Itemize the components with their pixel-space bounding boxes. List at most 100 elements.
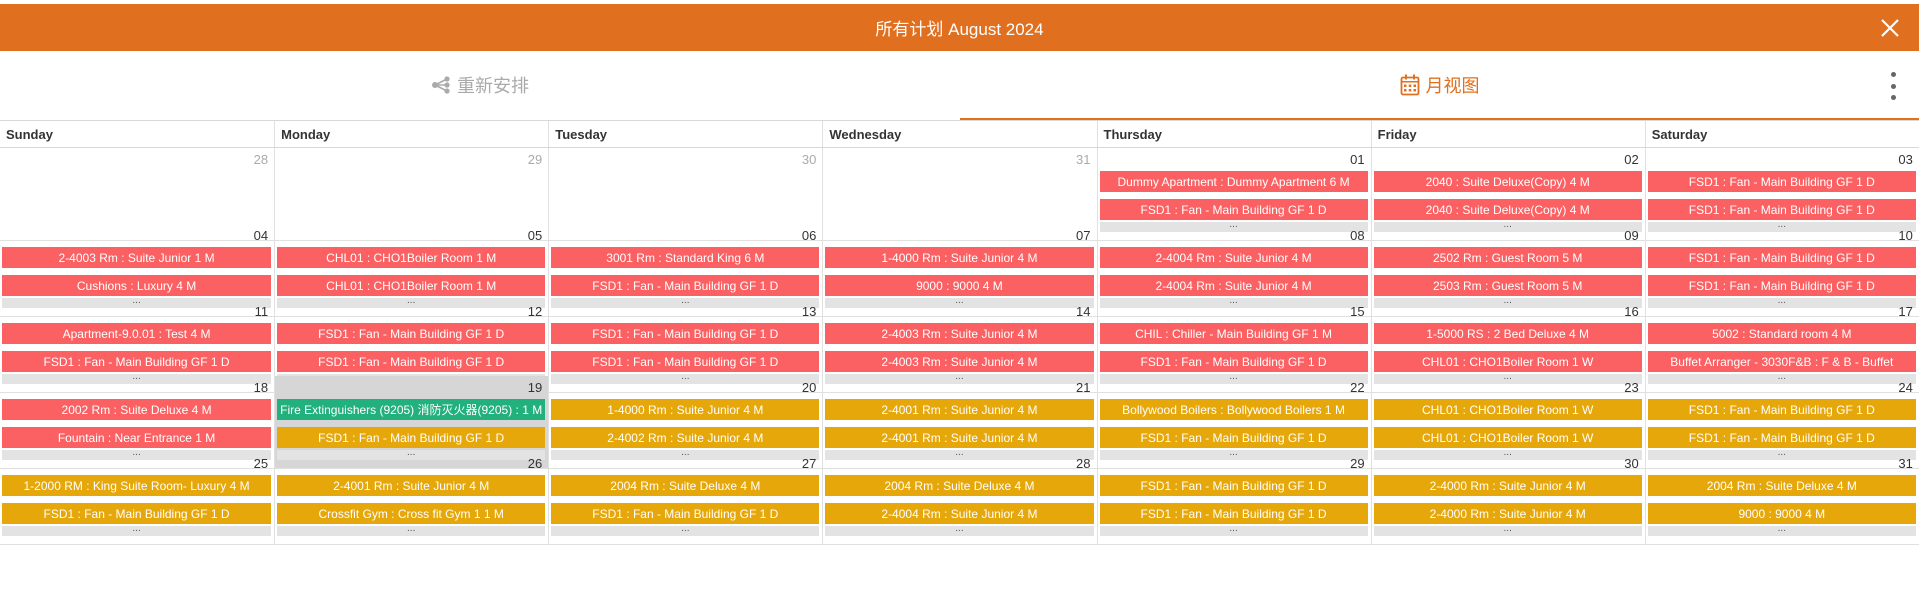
calendar-event[interactable]: 9000 : 9000 4 M	[825, 275, 1094, 296]
calendar-day-cell[interactable]: 30 2-4000 Rm : Suite Junior 4 M 2-4000 Rm …	[1370, 452, 1645, 545]
calendar-event[interactable]: 2002 Rm : Suite Deluxe 4 M	[2, 399, 272, 420]
calendar-day-cell[interactable]: 25 1-2000 RM : King Suite Room- Luxury 4 …	[0, 452, 275, 545]
calendar-event[interactable]: 2503 Rm : Guest Room 5 M	[1373, 275, 1642, 296]
day-number: 17	[1898, 304, 1913, 319]
calendar-event[interactable]: FSD1 : Fan - Main Building GF 1 D	[1099, 503, 1368, 524]
calendar-event[interactable]: FSD1 : Fan - Main Building GF 1 D	[1099, 199, 1368, 220]
calendar-event[interactable]: Crossfit Gym : Cross fit Gym 1 1 M	[277, 503, 546, 524]
calendar-event[interactable]: 2-4001 Rm : Suite Junior 4 M	[277, 475, 546, 496]
day-number: 13	[801, 304, 817, 319]
calendar-day-cell[interactable]: 31 2004 Rm : Suite Deluxe 4 M 9000 : 9000 …	[1644, 452, 1919, 545]
calendar-event[interactable]: FSD1 : Fan - Main Building GF 1 D	[1647, 399, 1916, 420]
day-number: 22	[1350, 380, 1365, 395]
calendar-event[interactable]: CHL01 : CHO1Boiler Room 1 M	[277, 275, 546, 296]
tab-reschedule[interactable]: 重新安排	[0, 52, 960, 118]
calendar-event[interactable]: CHL01 : CHO1Boiler Room 1 W	[1373, 399, 1642, 420]
calendar-event[interactable]: FSD1 : Fan - Main Building GF 1 D	[1099, 475, 1368, 496]
day-number: 12	[527, 304, 543, 319]
calendar-day-cell[interactable]: 27 2004 Rm : Suite Deluxe 4 M FSD1 : Fan -…	[548, 452, 823, 545]
calendar-day-cell[interactable]: 28 2004 Rm : Suite Deluxe 4 M 2-4004 Rm : …	[822, 452, 1097, 545]
calendar-event[interactable]: 1-2000 RM : King Suite Room- Luxury 4 M	[2, 475, 272, 496]
more-events-button[interactable]: ...	[2, 524, 272, 536]
calendar-event[interactable]: 2-4001 Rm : Suite Junior 4 M	[825, 399, 1094, 420]
calendar-event[interactable]: 2-4000 Rm : Suite Junior 4 M	[1373, 503, 1642, 524]
calendar-day-cell[interactable]: 29 FSD1 : Fan - Main Building GF 1 D FSD1 …	[1096, 452, 1371, 545]
more-events-button[interactable]: ...	[1099, 524, 1368, 536]
calendar-event[interactable]: 2040 : Suite Deluxe(Copy) 4 M	[1373, 199, 1642, 220]
calendar-event[interactable]: 3001 Rm : Standard King 6 M	[551, 247, 820, 268]
calendar-event[interactable]: 2-4003 Rm : Suite Junior 1 M	[2, 247, 272, 268]
more-events-button[interactable]: ...	[1373, 524, 1642, 536]
calendar-event[interactable]: Buffet Arranger - 3030F&B : F & B - Buff…	[1647, 351, 1916, 372]
calendar-event[interactable]: 1-4000 Rm : Suite Junior 4 M	[551, 399, 820, 420]
day-number: 11	[254, 304, 269, 319]
calendar-event[interactable]: FSD1 : Fan - Main Building GF 1 D	[1647, 247, 1916, 268]
calendar-event[interactable]: FSD1 : Fan - Main Building GF 1 D	[2, 503, 272, 524]
calendar-event[interactable]: 2040 : Suite Deluxe(Copy) 4 M	[1373, 171, 1642, 192]
calendar-event[interactable]: 2-4001 Rm : Suite Junior 4 M	[825, 427, 1094, 448]
calendar-event[interactable]: 2-4003 Rm : Suite Junior 4 M	[825, 323, 1094, 344]
more-events-button[interactable]: ...	[551, 524, 820, 536]
calendar-event[interactable]: 2502 Rm : Guest Room 5 M	[1373, 247, 1642, 268]
weekday-header: Sunday	[6, 127, 53, 142]
calendar-event[interactable]: 2004 Rm : Suite Deluxe 4 M	[551, 475, 820, 496]
calendar-event[interactable]: FSD1 : Fan - Main Building GF 1 D	[551, 351, 820, 372]
view-tabs: 重新安排 月视图	[0, 52, 1919, 121]
calendar-event[interactable]: FSD1 : Fan - Main Building GF 1 D	[277, 427, 546, 448]
page-title: 所有计划 August 2024	[875, 20, 1044, 39]
calendar-event[interactable]: 2004 Rm : Suite Deluxe 4 M	[825, 475, 1094, 496]
calendar-event[interactable]: Fountain : Near Entrance 1 M	[2, 427, 272, 448]
weekday-header: Saturday	[1644, 121, 1919, 147]
calendar-event[interactable]: CHL01 : CHO1Boiler Room 1 W	[1373, 427, 1642, 448]
day-number: 30	[801, 152, 817, 167]
tab-reschedule-label: 重新安排	[457, 76, 529, 96]
calendar-event[interactable]: 1-5000 RS : 2 Bed Deluxe 4 M	[1373, 323, 1642, 344]
weekday-header: Tuesday	[548, 121, 822, 147]
calendar-event[interactable]: 2-4004 Rm : Suite Junior 4 M	[825, 503, 1094, 524]
calendar-day-cell[interactable]: 26 2-4001 Rm : Suite Junior 4 M Crossfit G…	[274, 452, 549, 545]
calendar-event[interactable]: FSD1 : Fan - Main Building GF 1 D	[1099, 427, 1368, 448]
calendar-event[interactable]: 5002 : Standard room 4 M	[1647, 323, 1916, 344]
calendar-event[interactable]: Bollywood Boilers : Bollywood Boilers 1 …	[1099, 399, 1368, 420]
calendar-event[interactable]: FSD1 : Fan - Main Building GF 1 D	[277, 323, 546, 344]
calendar-event[interactable]: 2-4003 Rm : Suite Junior 4 M	[825, 351, 1094, 372]
calendar-event[interactable]: CHL01 : CHO1Boiler Room 1 W	[1373, 351, 1642, 372]
calendar-event[interactable]: FSD1 : Fan - Main Building GF 1 D	[1647, 427, 1916, 448]
calendar-event[interactable]: 2-4004 Rm : Suite Junior 4 M	[1099, 247, 1368, 268]
calendar-event[interactable]: FSD1 : Fan - Main Building GF 1 D	[1647, 275, 1916, 296]
calendar-event[interactable]: Fire Extinguishers (9205) 消防灭火器(9205) : …	[277, 399, 546, 420]
day-number: 29	[1350, 456, 1365, 471]
calendar-event[interactable]: FSD1 : Fan - Main Building GF 1 D	[551, 323, 820, 344]
calendar-event[interactable]: CHIL : Chiller - Main Building GF 1 M	[1099, 323, 1368, 344]
day-number: 20	[801, 380, 817, 395]
more-events-button[interactable]: ...	[825, 524, 1094, 536]
more-events-button[interactable]: ...	[1647, 524, 1916, 536]
calendar-event[interactable]: Cushions : Luxury 4 M	[2, 275, 272, 296]
calendar-event[interactable]: 2-4004 Rm : Suite Junior 4 M	[1099, 275, 1368, 296]
calendar-event[interactable]: 2-4002 Rm : Suite Junior 4 M	[551, 427, 820, 448]
calendar-event[interactable]: FSD1 : Fan - Main Building GF 1 D	[2, 351, 272, 372]
calendar-event[interactable]: Apartment-9.0.01 : Test 4 M	[2, 323, 272, 344]
tab-month-view[interactable]: 月视图	[960, 52, 1919, 118]
day-number: 07	[1076, 228, 1091, 243]
day-number: 28	[253, 152, 269, 167]
calendar-event[interactable]: 2004 Rm : Suite Deluxe 4 M	[1647, 475, 1916, 496]
calendar-event[interactable]: 1-4000 Rm : Suite Junior 4 M	[825, 247, 1094, 268]
calendar-event[interactable]: CHL01 : CHO1Boiler Room 1 M	[277, 247, 546, 268]
close-icon[interactable]	[1877, 15, 1903, 41]
calendar-event[interactable]: FSD1 : Fan - Main Building GF 1 D	[1647, 171, 1916, 192]
calendar-event[interactable]: FSD1 : Fan - Main Building GF 1 D	[277, 351, 546, 372]
calendar-icon	[1400, 74, 1419, 96]
weekday-header: Wednesday	[822, 121, 1096, 147]
day-number: 14	[1076, 304, 1091, 319]
calendar-event[interactable]: FSD1 : Fan - Main Building GF 1 D	[551, 275, 820, 296]
calendar-event[interactable]: Dummy Apartment : Dummy Apartment 6 M	[1099, 171, 1368, 192]
calendar-event[interactable]: FSD1 : Fan - Main Building GF 1 D	[551, 503, 820, 524]
calendar-event[interactable]: 2-4000 Rm : Suite Junior 4 M	[1373, 475, 1642, 496]
calendar-event[interactable]: 9000 : 9000 4 M	[1647, 503, 1916, 524]
calendar-event[interactable]: FSD1 : Fan - Main Building GF 1 D	[1647, 199, 1916, 220]
day-number: 15	[1350, 304, 1365, 319]
calendar-event[interactable]: FSD1 : Fan - Main Building GF 1 D	[1099, 351, 1368, 372]
more-events-button[interactable]: ...	[277, 524, 546, 536]
more-vertical-icon[interactable]	[1889, 72, 1897, 100]
